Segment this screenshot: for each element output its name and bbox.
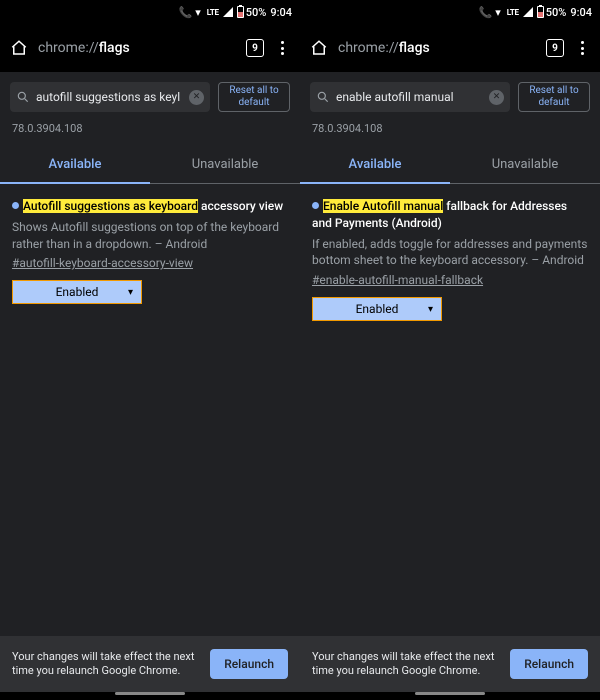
flag-title: Enable Autofill manual fallback for Addr… <box>312 198 588 232</box>
modified-dot-icon <box>12 202 19 209</box>
search-input[interactable]: autofill suggestions as keyl ✕ <box>10 82 210 112</box>
clock: 9:04 <box>570 6 592 19</box>
tab-unavailable[interactable]: Unavailable <box>450 149 600 184</box>
battery-indicator: 50% <box>537 6 567 19</box>
battery-indicator: 50% <box>237 6 267 19</box>
wifi-icon: ▾ <box>495 6 501 19</box>
tab-switcher[interactable]: 9 <box>246 39 264 57</box>
search-input[interactable]: enable autofill manual ✕ <box>310 82 510 112</box>
tab-available[interactable]: Available <box>300 149 450 184</box>
relaunch-bar: Your changes will take effect the next t… <box>300 636 600 692</box>
tab-switcher[interactable]: 9 <box>546 39 564 57</box>
flag-title: Autofill suggestions as keyboard accesso… <box>12 198 288 215</box>
search-icon <box>316 90 330 104</box>
search-icon <box>16 90 30 104</box>
clock: 9:04 <box>270 6 292 19</box>
home-icon[interactable] <box>10 39 28 57</box>
tab-unavailable[interactable]: Unavailable <box>150 149 300 184</box>
url-bar[interactable]: chrome://flags <box>338 40 536 56</box>
gesture-bar <box>300 692 600 700</box>
modified-dot-icon <box>312 202 319 209</box>
flag-item: Enable Autofill manual fallback for Addr… <box>300 184 600 321</box>
signal-icon <box>523 7 533 17</box>
signal-icon <box>223 7 233 17</box>
reset-all-button[interactable]: Reset all to default <box>218 82 290 112</box>
flag-item: Autofill suggestions as keyboard accesso… <box>0 184 300 304</box>
menu-icon[interactable] <box>274 41 290 55</box>
status-bar: 📞 ▾ LTE 50% 9:04 <box>0 0 300 24</box>
relaunch-button[interactable]: Relaunch <box>510 649 588 679</box>
status-bar: 📞 ▾ LTE 50% 9:04 <box>300 0 600 24</box>
tab-available[interactable]: Available <box>0 149 150 184</box>
gesture-bar <box>0 692 300 700</box>
left-screenshot: 📞 ▾ LTE 50% 9:04 chrome://flags 9 autofi… <box>0 0 300 700</box>
omnibox-row: chrome://flags 9 <box>0 24 300 72</box>
flag-anchor-link[interactable]: #autofill-keyboard-accessory-view <box>12 256 193 270</box>
clear-icon[interactable]: ✕ <box>189 90 204 105</box>
right-screenshot: 📞 ▾ LTE 50% 9:04 chrome://flags 9 enable… <box>300 0 600 700</box>
clear-icon[interactable]: ✕ <box>489 90 504 105</box>
chrome-version: 78.0.3904.108 <box>0 120 300 135</box>
chrome-version: 78.0.3904.108 <box>300 120 600 135</box>
home-icon[interactable] <box>310 39 328 57</box>
relaunch-button[interactable]: Relaunch <box>210 649 288 679</box>
flag-anchor-link[interactable]: #enable-autofill-manual-fallback <box>312 273 483 287</box>
flag-state-dropdown[interactable]: Enabled <box>12 280 142 304</box>
wifi-calling-icon: 📞 <box>479 6 493 19</box>
wifi-calling-icon: 📞 <box>179 6 193 19</box>
url-bar[interactable]: chrome://flags <box>38 40 236 56</box>
relaunch-message: Your changes will take effect the next t… <box>312 650 500 679</box>
relaunch-bar: Your changes will take effect the next t… <box>0 636 300 692</box>
omnibox-row: chrome://flags 9 <box>300 24 600 72</box>
flag-description: Shows Autofill suggestions on top of the… <box>12 219 288 253</box>
lte-indicator: LTE <box>207 8 219 17</box>
reset-all-button[interactable]: Reset all to default <box>518 82 590 112</box>
lte-indicator: LTE <box>507 8 519 17</box>
menu-icon[interactable] <box>574 41 590 55</box>
flag-state-dropdown[interactable]: Enabled <box>312 297 442 321</box>
relaunch-message: Your changes will take effect the next t… <box>12 650 200 679</box>
wifi-icon: ▾ <box>195 6 201 19</box>
flag-description: If enabled, adds toggle for addresses an… <box>312 236 588 270</box>
